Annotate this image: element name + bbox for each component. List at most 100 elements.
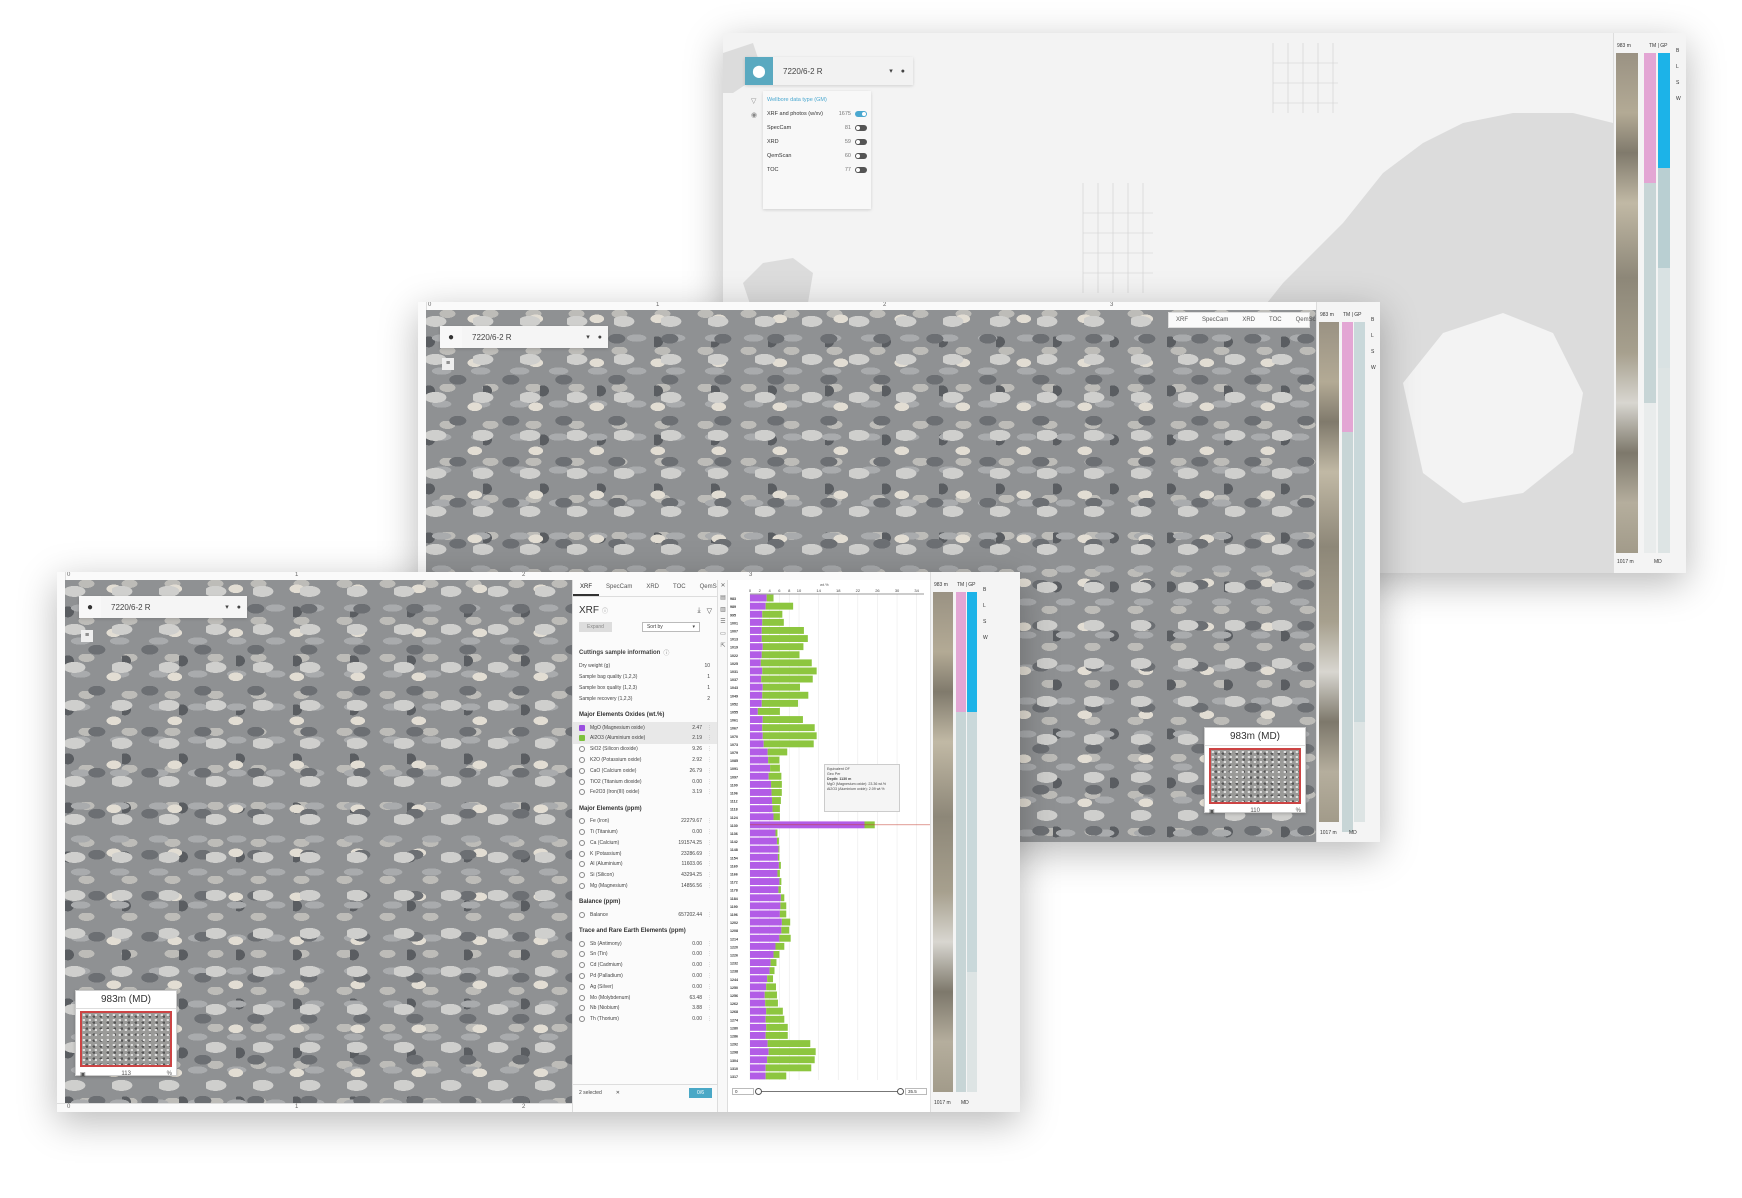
bar-mgo[interactable] [750, 635, 762, 642]
element-row[interactable]: Nb (Niobium) 3.88 ⋮ [573, 1003, 718, 1014]
bar-al2o3[interactable] [779, 878, 782, 885]
filter-icon[interactable]: ▽ [707, 607, 712, 615]
tool-b[interactable]: B [1371, 312, 1379, 328]
bar-mgo[interactable] [750, 918, 782, 926]
bar-mgo[interactable] [750, 659, 761, 667]
element-row[interactable]: Sb (Antimony) 0.00 ⋮ [573, 938, 718, 949]
tool-w[interactable]: W [983, 630, 991, 646]
element-checkbox[interactable] [579, 1016, 585, 1023]
bar-al2o3[interactable] [775, 942, 785, 950]
bar-mgo[interactable] [750, 1048, 769, 1056]
core-image-strip[interactable] [1319, 322, 1339, 822]
element-checkbox[interactable] [579, 756, 585, 763]
bar-al2o3[interactable] [771, 789, 782, 796]
bar-mgo[interactable] [750, 829, 776, 837]
tab-xrd[interactable]: XRD [639, 580, 666, 596]
bar-mgo[interactable] [750, 667, 763, 675]
element-row[interactable]: Mo (Molybdenum) 63.48 ⋮ [573, 992, 718, 1003]
bar-mgo[interactable] [750, 853, 778, 861]
bar-al2o3[interactable] [767, 1040, 811, 1047]
more-options-icon[interactable]: ⋮ [707, 1005, 712, 1011]
bar-al2o3[interactable] [780, 902, 787, 910]
bar-al2o3[interactable] [762, 683, 800, 691]
bar-mgo[interactable] [750, 861, 779, 869]
bar-mgo[interactable] [750, 1040, 768, 1047]
filter-toggle[interactable] [855, 125, 867, 131]
bar-al2o3[interactable] [762, 732, 817, 740]
xrf-chart[interactable]: wt.% 0 2 4 6 8 10 14 18 22 26 30 34 983 989 995 1001 1007… [727, 580, 931, 1112]
more-options-icon[interactable]: ⋮ [707, 1016, 712, 1022]
bar-mgo[interactable] [750, 748, 768, 756]
bar-al2o3[interactable] [766, 594, 774, 602]
bar-mgo[interactable] [750, 618, 763, 626]
bar-al2o3[interactable] [770, 959, 777, 966]
element-checkbox[interactable] [579, 962, 585, 969]
bar-al2o3[interactable] [773, 951, 780, 958]
bar-al2o3[interactable] [768, 756, 780, 764]
slider-handle-left[interactable] [755, 1087, 762, 1095]
bar-al2o3[interactable] [757, 708, 780, 715]
bar-al2o3[interactable] [767, 975, 774, 983]
bar-al2o3[interactable] [767, 1056, 815, 1064]
more-options-icon[interactable]: ⋮ [707, 725, 712, 731]
bar-al2o3[interactable] [781, 918, 791, 926]
element-checkbox[interactable] [579, 911, 585, 918]
well-selector[interactable]: ● 7220/6-2 R ▾ ● [79, 596, 247, 618]
tab-speccam[interactable]: SpecCam [599, 580, 639, 596]
slider-handle-right[interactable] [897, 1087, 904, 1095]
element-checkbox[interactable] [579, 735, 585, 742]
bar-al2o3[interactable] [779, 934, 791, 942]
element-checkbox[interactable] [579, 1005, 585, 1012]
bar-mgo[interactable] [750, 675, 762, 683]
bar-al2o3[interactable] [762, 724, 815, 732]
chevron-down-icon[interactable]: ▾ [889, 67, 893, 75]
zoom-value[interactable]: 110 [1250, 808, 1260, 815]
bar-al2o3[interactable] [778, 861, 781, 869]
filter-toggle[interactable] [855, 167, 867, 173]
tool-l[interactable]: L [1676, 59, 1684, 75]
bar-mgo[interactable] [750, 926, 782, 934]
bar-mgo[interactable] [750, 1064, 766, 1072]
bar-al2o3[interactable] [765, 1015, 785, 1023]
bar-al2o3[interactable] [772, 797, 781, 804]
bar-al2o3[interactable] [777, 853, 780, 861]
bar-al2o3[interactable] [773, 813, 780, 821]
bar-al2o3[interactable] [764, 991, 777, 999]
bar-al2o3[interactable] [765, 1064, 812, 1072]
element-row[interactable]: Fe2O3 (Iron(III) oxide) 3.19 ⋮ [573, 787, 718, 798]
apply-button[interactable]: 0/6 [689, 1087, 712, 1098]
bar-mgo[interactable] [750, 910, 780, 918]
more-options-icon[interactable]: ⋮ [707, 779, 712, 785]
bar-mgo[interactable] [750, 772, 769, 780]
tool-b[interactable]: B [983, 582, 991, 598]
save-icon[interactable]: ▣ [80, 1071, 86, 1078]
bar-al2o3[interactable] [776, 837, 779, 845]
element-checkbox[interactable] [579, 951, 585, 958]
element-row[interactable]: Ca (Calcium) 191574.25 ⋮ [573, 837, 718, 848]
element-checkbox[interactable] [579, 839, 585, 846]
chevron-down-icon[interactable]: ▾ [225, 603, 229, 611]
element-row[interactable]: Al (Aluminium) 11603.06 ⋮ [573, 859, 718, 870]
element-row[interactable]: K2O (Potassium oxide) 2.92 ⋮ [573, 755, 718, 766]
save-icon[interactable]: ▣ [1209, 808, 1215, 815]
element-checkbox[interactable] [579, 818, 585, 825]
bar-mgo[interactable] [750, 1072, 766, 1080]
bar-al2o3[interactable] [770, 764, 780, 772]
bar-mgo[interactable] [750, 732, 763, 740]
element-checkbox[interactable] [579, 872, 585, 879]
bar-mgo[interactable] [750, 1023, 767, 1031]
location-pin-button[interactable]: ● [79, 596, 101, 618]
element-checkbox[interactable] [579, 972, 585, 979]
filter-item[interactable]: TOC 77 [763, 163, 871, 177]
bar-mgo[interactable] [750, 902, 781, 910]
bar-al2o3[interactable] [777, 870, 780, 877]
bar-mgo[interactable] [750, 805, 773, 813]
filter-toggle[interactable] [855, 153, 867, 159]
bar-mgo[interactable] [750, 951, 774, 958]
bar-al2o3[interactable] [767, 748, 788, 756]
bar-mgo[interactable] [750, 756, 769, 764]
tab-speccam[interactable]: SpecCam [1195, 313, 1235, 327]
layers-button[interactable]: ≡ [81, 630, 93, 642]
download-icon[interactable]: ⤓ [698, 607, 701, 615]
tab-toc[interactable]: TOC [666, 580, 693, 596]
